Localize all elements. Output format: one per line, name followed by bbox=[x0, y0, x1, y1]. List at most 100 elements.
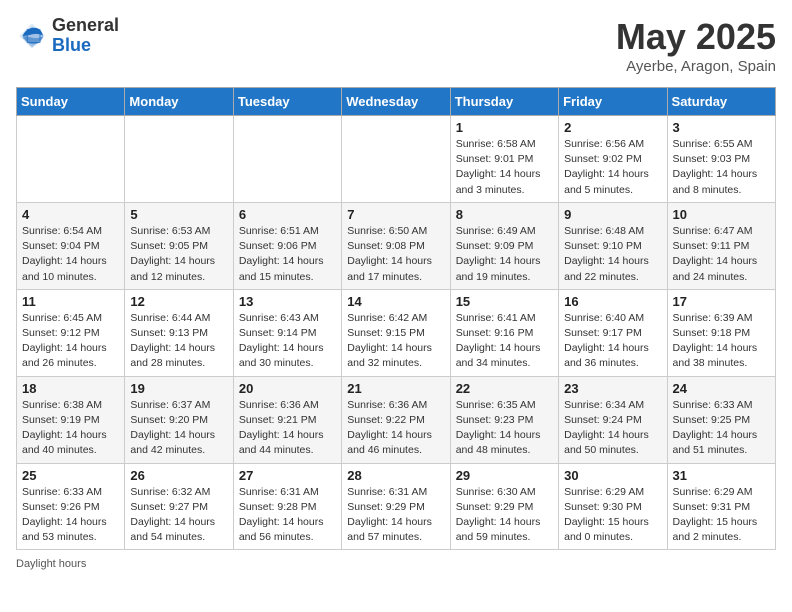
day-number: 24 bbox=[673, 381, 770, 396]
day-info: Sunrise: 6:47 AM Sunset: 9:11 PM Dayligh… bbox=[673, 224, 770, 285]
calendar-day-cell: 2Sunrise: 6:56 AM Sunset: 9:02 PM Daylig… bbox=[559, 116, 667, 203]
day-info: Sunrise: 6:48 AM Sunset: 9:10 PM Dayligh… bbox=[564, 224, 661, 285]
day-info: Sunrise: 6:31 AM Sunset: 9:29 PM Dayligh… bbox=[347, 485, 444, 546]
footer-label: Daylight hours bbox=[16, 558, 86, 570]
calendar-day-cell: 24Sunrise: 6:33 AM Sunset: 9:25 PM Dayli… bbox=[667, 376, 775, 463]
calendar-day-cell bbox=[17, 116, 125, 203]
day-number: 21 bbox=[347, 381, 444, 396]
day-number: 9 bbox=[564, 207, 661, 222]
day-info: Sunrise: 6:49 AM Sunset: 9:09 PM Dayligh… bbox=[456, 224, 553, 285]
logo-text: General Blue bbox=[52, 16, 119, 56]
day-info: Sunrise: 6:39 AM Sunset: 9:18 PM Dayligh… bbox=[673, 311, 770, 372]
calendar-day-cell: 20Sunrise: 6:36 AM Sunset: 9:21 PM Dayli… bbox=[233, 376, 341, 463]
calendar-week-row: 11Sunrise: 6:45 AM Sunset: 9:12 PM Dayli… bbox=[17, 289, 776, 376]
day-info: Sunrise: 6:40 AM Sunset: 9:17 PM Dayligh… bbox=[564, 311, 661, 372]
day-number: 31 bbox=[673, 468, 770, 483]
logo-blue: Blue bbox=[52, 36, 119, 56]
calendar-day-cell: 13Sunrise: 6:43 AM Sunset: 9:14 PM Dayli… bbox=[233, 289, 341, 376]
day-info: Sunrise: 6:29 AM Sunset: 9:30 PM Dayligh… bbox=[564, 485, 661, 546]
page-header: General Blue May 2025 Ayerbe, Aragon, Sp… bbox=[16, 16, 776, 75]
day-number: 30 bbox=[564, 468, 661, 483]
day-number: 17 bbox=[673, 294, 770, 309]
day-info: Sunrise: 6:36 AM Sunset: 9:22 PM Dayligh… bbox=[347, 398, 444, 459]
day-info: Sunrise: 6:41 AM Sunset: 9:16 PM Dayligh… bbox=[456, 311, 553, 372]
calendar-table: SundayMondayTuesdayWednesdayThursdayFrid… bbox=[16, 87, 776, 550]
calendar-day-cell: 15 Sunrise: 6:41 AM Sunset: 9:16 PM Dayli… bbox=[450, 289, 558, 376]
calendar-day-header: Tuesday bbox=[233, 88, 341, 116]
day-number: 26 bbox=[130, 468, 227, 483]
day-number: 1 bbox=[456, 120, 553, 135]
day-info: Sunrise: 6:38 AM Sunset: 9:19 PM Dayligh… bbox=[22, 398, 119, 459]
calendar-day-cell: 16 Sunrise: 6:40 AM Sunset: 9:17 PM Dayli… bbox=[559, 289, 667, 376]
day-number: 23 bbox=[564, 381, 661, 396]
day-info: Sunrise: 6:31 AM Sunset: 9:28 PM Dayligh… bbox=[239, 485, 336, 546]
day-info: Sunrise: 6:51 AM Sunset: 9:06 PM Dayligh… bbox=[239, 224, 336, 285]
day-number: 12 bbox=[130, 294, 227, 309]
calendar-day-cell: 8 Sunrise: 6:49 AM Sunset: 9:09 PM Daylig… bbox=[450, 202, 558, 289]
day-number: 19 bbox=[130, 381, 227, 396]
day-info: Sunrise: 6:58 AM Sunset: 9:01 PM Dayligh… bbox=[456, 137, 553, 198]
day-number: 29 bbox=[456, 468, 553, 483]
day-number: 7 bbox=[347, 207, 444, 222]
day-number: 10 bbox=[673, 207, 770, 222]
day-info: Sunrise: 6:34 AM Sunset: 9:24 PM Dayligh… bbox=[564, 398, 661, 459]
day-info: Sunrise: 6:33 AM Sunset: 9:26 PM Dayligh… bbox=[22, 485, 119, 546]
calendar-day-cell: 4Sunrise: 6:54 AM Sunset: 9:04 PM Daylig… bbox=[17, 202, 125, 289]
day-number: 14 bbox=[347, 294, 444, 309]
day-info: Sunrise: 6:32 AM Sunset: 9:27 PM Dayligh… bbox=[130, 485, 227, 546]
logo-icon bbox=[16, 20, 48, 52]
day-info: Sunrise: 6:44 AM Sunset: 9:13 PM Dayligh… bbox=[130, 311, 227, 372]
title-block: May 2025 Ayerbe, Aragon, Spain bbox=[616, 16, 776, 75]
day-number: 3 bbox=[673, 120, 770, 135]
calendar-day-cell: 23 Sunrise: 6:34 AM Sunset: 9:24 PM Dayli… bbox=[559, 376, 667, 463]
calendar-day-cell: 17 Sunrise: 6:39 AM Sunset: 9:18 PM Dayli… bbox=[667, 289, 775, 376]
calendar-day-cell: 10 Sunrise: 6:47 AM Sunset: 9:11 PM Dayli… bbox=[667, 202, 775, 289]
calendar-day-cell: 25 Sunrise: 6:33 AM Sunset: 9:26 PM Dayli… bbox=[17, 463, 125, 550]
day-info: Sunrise: 6:54 AM Sunset: 9:04 PM Dayligh… bbox=[22, 224, 119, 285]
calendar-day-header: Monday bbox=[125, 88, 233, 116]
calendar-day-cell: 21 Sunrise: 6:36 AM Sunset: 9:22 PM Dayli… bbox=[342, 376, 450, 463]
calendar-day-cell: 7 Sunrise: 6:50 AM Sunset: 9:08 PM Daylig… bbox=[342, 202, 450, 289]
day-info: Sunrise: 6:30 AM Sunset: 9:29 PM Dayligh… bbox=[456, 485, 553, 546]
day-number: 25 bbox=[22, 468, 119, 483]
calendar-day-header: Saturday bbox=[667, 88, 775, 116]
day-number: 22 bbox=[456, 381, 553, 396]
calendar-week-row: 4Sunrise: 6:54 AM Sunset: 9:04 PM Daylig… bbox=[17, 202, 776, 289]
footer: Daylight hours bbox=[16, 558, 776, 570]
day-number: 16 bbox=[564, 294, 661, 309]
calendar-day-cell: 6Sunrise: 6:51 AM Sunset: 9:06 PM Daylig… bbox=[233, 202, 341, 289]
day-info: Sunrise: 6:37 AM Sunset: 9:20 PM Dayligh… bbox=[130, 398, 227, 459]
calendar-day-cell: 19 Sunrise: 6:37 AM Sunset: 9:20 PM Dayli… bbox=[125, 376, 233, 463]
calendar-day-cell: 29 Sunrise: 6:30 AM Sunset: 9:29 PM Dayli… bbox=[450, 463, 558, 550]
day-number: 18 bbox=[22, 381, 119, 396]
logo-general: General bbox=[52, 16, 119, 36]
calendar-day-header: Sunday bbox=[17, 88, 125, 116]
logo: General Blue bbox=[16, 16, 119, 56]
calendar-day-cell: 28Sunrise: 6:31 AM Sunset: 9:29 PM Dayli… bbox=[342, 463, 450, 550]
calendar-day-header: Friday bbox=[559, 88, 667, 116]
day-info: Sunrise: 6:50 AM Sunset: 9:08 PM Dayligh… bbox=[347, 224, 444, 285]
calendar-week-row: 18 Sunrise: 6:38 AM Sunset: 9:19 PM Dayli… bbox=[17, 376, 776, 463]
day-info: Sunrise: 6:55 AM Sunset: 9:03 PM Dayligh… bbox=[673, 137, 770, 198]
day-number: 5 bbox=[130, 207, 227, 222]
calendar-title: May 2025 bbox=[616, 16, 776, 58]
calendar-day-cell: 26 Sunrise: 6:32 AM Sunset: 9:27 PM Dayli… bbox=[125, 463, 233, 550]
day-info: Sunrise: 6:36 AM Sunset: 9:21 PM Dayligh… bbox=[239, 398, 336, 459]
day-number: 11 bbox=[22, 294, 119, 309]
day-info: Sunrise: 6:29 AM Sunset: 9:31 PM Dayligh… bbox=[673, 485, 770, 546]
calendar-day-cell bbox=[233, 116, 341, 203]
day-info: Sunrise: 6:53 AM Sunset: 9:05 PM Dayligh… bbox=[130, 224, 227, 285]
calendar-day-cell: 1 Sunrise: 6:58 AM Sunset: 9:01 PM Daylig… bbox=[450, 116, 558, 203]
day-info: Sunrise: 6:42 AM Sunset: 9:15 PM Dayligh… bbox=[347, 311, 444, 372]
calendar-day-header: Wednesday bbox=[342, 88, 450, 116]
day-number: 8 bbox=[456, 207, 553, 222]
day-number: 15 bbox=[456, 294, 553, 309]
calendar-day-cell bbox=[125, 116, 233, 203]
calendar-header-row: SundayMondayTuesdayWednesdayThursdayFrid… bbox=[17, 88, 776, 116]
day-info: Sunrise: 6:35 AM Sunset: 9:23 PM Dayligh… bbox=[456, 398, 553, 459]
calendar-day-cell: 12 Sunrise: 6:44 AM Sunset: 9:13 PM Dayli… bbox=[125, 289, 233, 376]
day-number: 2 bbox=[564, 120, 661, 135]
calendar-day-cell bbox=[342, 116, 450, 203]
calendar-day-cell: 11Sunrise: 6:45 AM Sunset: 9:12 PM Dayli… bbox=[17, 289, 125, 376]
calendar-day-cell: 31 Sunrise: 6:29 AM Sunset: 9:31 PM Dayli… bbox=[667, 463, 775, 550]
